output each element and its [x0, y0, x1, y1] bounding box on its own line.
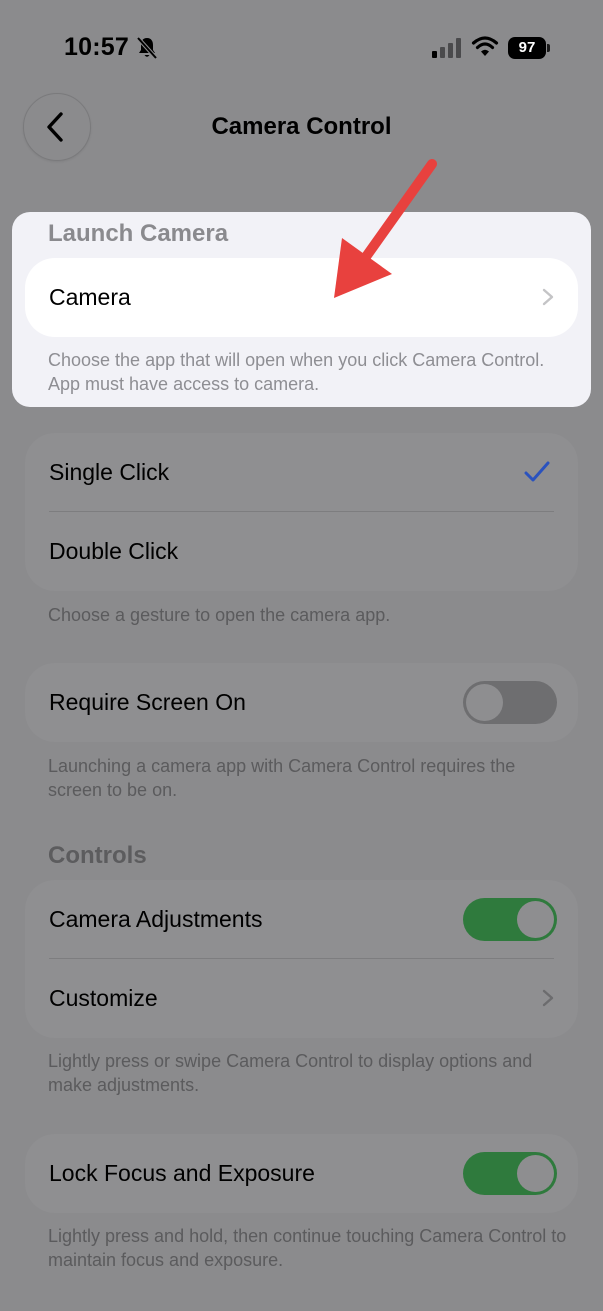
lock-focus-toggle[interactable] — [463, 1152, 557, 1195]
controls-card: Camera Adjustments Customize — [25, 880, 578, 1038]
launch-camera-card: Camera — [25, 258, 578, 337]
require-screen-footer: Launching a camera app with Camera Contr… — [48, 756, 516, 800]
lock-focus-row: Lock Focus and Exposure — [25, 1134, 578, 1213]
camera-app-row[interactable]: Camera — [25, 258, 578, 337]
lock-focus-footer: Lightly press and hold, then continue to… — [48, 1226, 567, 1270]
checkmark-icon — [524, 461, 550, 482]
chevron-right-icon — [542, 989, 554, 1007]
lock-focus-label: Lock Focus and Exposure — [49, 1160, 315, 1186]
gesture-card: Single Click Double Click — [25, 433, 578, 591]
double-click-label: Double Click — [49, 538, 179, 564]
double-click-row[interactable]: Double Click — [25, 512, 578, 591]
lock-focus-card: Lock Focus and Exposure — [25, 1134, 578, 1213]
chevron-right-icon — [542, 288, 554, 306]
customize-row[interactable]: Customize — [25, 959, 578, 1038]
require-screen-label: Require Screen On — [49, 689, 246, 715]
toggle-knob — [517, 901, 554, 938]
cellular-signal-icon — [432, 38, 461, 58]
status-time: 10:57 — [64, 33, 129, 61]
camera-adjustments-label: Camera Adjustments — [49, 906, 263, 932]
gesture-footer: Choose a gesture to open the camera app. — [48, 605, 391, 625]
require-screen-toggle[interactable] — [463, 681, 557, 724]
wifi-icon — [471, 36, 499, 56]
controls-footer: Lightly press or swipe Camera Control to… — [48, 1051, 533, 1095]
require-screen-card: Require Screen On — [25, 663, 578, 742]
battery-indicator: 97 — [508, 37, 546, 59]
annotation-arrow-icon — [334, 159, 437, 298]
single-click-label: Single Click — [49, 459, 170, 485]
camera-app-label: Camera — [49, 284, 131, 310]
single-click-row[interactable]: Single Click — [25, 433, 578, 512]
camera-adjustments-toggle[interactable] — [463, 898, 557, 941]
require-screen-row: Require Screen On — [25, 663, 578, 742]
launch-camera-header: Launch Camera — [48, 220, 229, 247]
page-title: Camera Control — [211, 113, 392, 140]
controls-header: Controls — [48, 842, 147, 869]
customize-label: Customize — [49, 985, 158, 1011]
toggle-knob — [466, 684, 503, 721]
toggle-knob — [517, 1155, 554, 1192]
status-bar: 10:57 97 — [0, 0, 603, 96]
camera-adjustments-row: Camera Adjustments — [25, 880, 578, 959]
battery-cap — [547, 44, 550, 52]
bell-slash-icon — [136, 36, 158, 60]
launch-camera-footer: Choose the app that will open when you c… — [48, 350, 545, 394]
